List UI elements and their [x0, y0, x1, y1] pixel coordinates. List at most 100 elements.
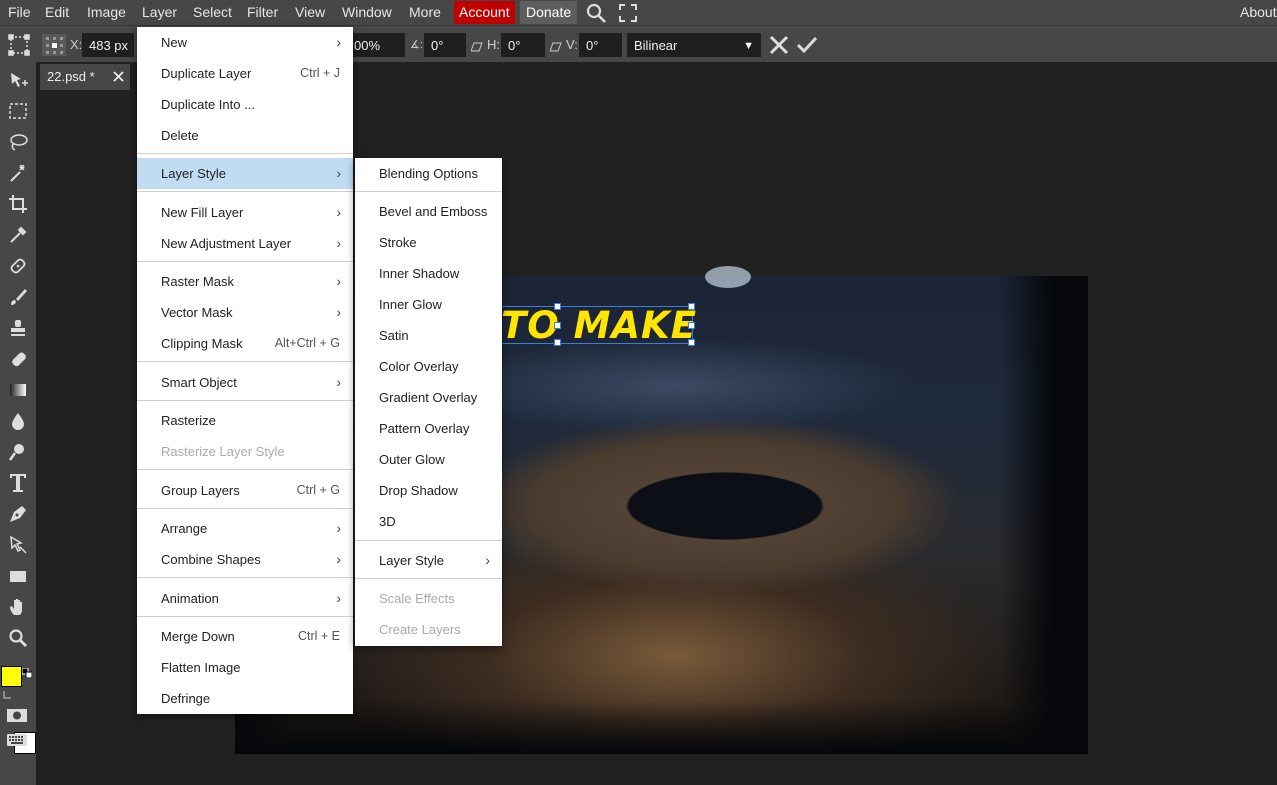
document-tab[interactable]: 22.psd *: [40, 64, 130, 90]
chevron-right-icon: ›: [336, 551, 341, 567]
reference-point-icon[interactable]: [42, 34, 66, 56]
skew-v-icon: [549, 40, 562, 52]
pen-tool-icon[interactable]: [4, 501, 32, 527]
menu-item-layer-style-sub[interactable]: Layer Style ›: [355, 545, 502, 576]
healing-brush-icon[interactable]: [4, 253, 32, 279]
menu-item-duplicate-into[interactable]: Duplicate Into ...: [137, 89, 353, 120]
menu-divider: [137, 191, 353, 192]
transform-handle[interactable]: [554, 322, 561, 329]
shape-tool-icon[interactable]: [4, 563, 32, 589]
menu-item-animation[interactable]: Animation ›: [137, 583, 353, 614]
transform-handle[interactable]: [688, 322, 695, 329]
text-layer-bounding-box[interactable]: TO MAKE: [470, 303, 696, 346]
close-tab-icon[interactable]: [112, 70, 125, 83]
lasso-tool-icon[interactable]: [4, 129, 32, 155]
menu-item-clipping-mask[interactable]: Clipping Mask Alt+Ctrl + G: [137, 328, 353, 359]
swap-colors-icon[interactable]: [21, 666, 33, 679]
menu-select[interactable]: Select: [193, 0, 232, 25]
menu-filter[interactable]: Filter: [247, 0, 278, 25]
search-icon[interactable]: [585, 2, 607, 24]
menu-item-inner-glow[interactable]: Inner Glow: [355, 289, 502, 320]
transform-handle[interactable]: [688, 303, 695, 310]
menu-item-flatten-image[interactable]: Flatten Image: [137, 652, 353, 683]
menu-divider: [137, 508, 353, 509]
marquee-tool-icon[interactable]: [4, 98, 32, 124]
crop-tool-icon[interactable]: [4, 191, 32, 217]
menu-item-delete[interactable]: Delete: [137, 120, 353, 151]
menu-item-outer-glow[interactable]: Outer Glow: [355, 444, 502, 475]
cancel-transform-icon[interactable]: [768, 34, 790, 56]
menu-item-raster-mask[interactable]: Raster Mask ›: [137, 266, 353, 297]
image-shadow-bottom: [235, 700, 1088, 754]
default-colors-icon[interactable]: [3, 688, 13, 699]
chevron-right-icon: ›: [485, 552, 490, 568]
menu-item-bevel-and-emboss[interactable]: Bevel and Emboss: [355, 196, 502, 227]
angle-field[interactable]: 0°: [424, 33, 466, 57]
x-position-field[interactable]: 483 px: [82, 33, 134, 57]
menu-image[interactable]: Image: [87, 0, 126, 25]
zoom-tool-icon[interactable]: [4, 625, 32, 651]
transform-handle[interactable]: [554, 303, 561, 310]
menu-item-merge-down[interactable]: Merge Down Ctrl + E: [137, 621, 353, 652]
hand-tool-icon[interactable]: [4, 594, 32, 620]
menu-item-smart-object[interactable]: Smart Object ›: [137, 367, 353, 398]
gradient-tool-icon[interactable]: [4, 377, 32, 403]
donate-button[interactable]: Donate: [520, 1, 578, 24]
scale-field[interactable]: 00%: [347, 33, 405, 57]
menu-item-new-fill-layer[interactable]: New Fill Layer ›: [137, 197, 353, 228]
menu-layer[interactable]: Layer: [142, 0, 177, 25]
menu-edit[interactable]: Edit: [45, 0, 69, 25]
tools-panel: [0, 61, 36, 785]
fullscreen-icon[interactable]: [618, 3, 638, 23]
keyboard-icon[interactable]: [7, 733, 27, 747]
menu-divider: [137, 469, 353, 470]
menu-item-gradient-overlay[interactable]: Gradient Overlay: [355, 382, 502, 413]
magic-wand-icon[interactable]: [4, 160, 32, 186]
brush-tool-icon[interactable]: [4, 284, 32, 310]
menu-item-layer-style[interactable]: Layer Style ›: [137, 158, 353, 189]
menu-item-duplicate-layer[interactable]: Duplicate Layer Ctrl + J: [137, 58, 353, 89]
interpolation-value: Bilinear: [634, 38, 678, 53]
eraser-icon[interactable]: [4, 346, 32, 372]
about-link[interactable]: About: [1240, 0, 1277, 25]
menu-item-defringe[interactable]: Defringe: [137, 683, 353, 714]
menu-window[interactable]: Window: [342, 0, 392, 25]
menu-item-satin[interactable]: Satin: [355, 320, 502, 351]
quick-mask-icon[interactable]: [7, 707, 27, 723]
menu-item-pattern-overlay[interactable]: Pattern Overlay: [355, 413, 502, 444]
dodge-tool-icon[interactable]: [4, 439, 32, 465]
chevron-right-icon: ›: [336, 374, 341, 390]
menu-item-combine-shapes[interactable]: Combine Shapes ›: [137, 544, 353, 575]
menu-item-vector-mask[interactable]: Vector Mask ›: [137, 297, 353, 328]
transform-handle[interactable]: [688, 339, 695, 346]
menu-file[interactable]: File: [8, 0, 31, 25]
move-tool-icon[interactable]: [4, 68, 32, 94]
skew-h-field[interactable]: 0°: [501, 33, 545, 57]
menu-item-group-layers[interactable]: Group Layers Ctrl + G: [137, 475, 353, 506]
menu-item-inner-shadow[interactable]: Inner Shadow: [355, 258, 502, 289]
transform-handle[interactable]: [554, 339, 561, 346]
menu-item-3d[interactable]: 3D: [355, 506, 502, 537]
menu-view[interactable]: View: [295, 0, 325, 25]
skew-v-field[interactable]: 0°: [579, 33, 622, 57]
menu-item-blending-options[interactable]: Blending Options: [355, 158, 502, 189]
menu-item-color-overlay[interactable]: Color Overlay: [355, 351, 502, 382]
menu-item-new-adjustment-layer[interactable]: New Adjustment Layer ›: [137, 228, 353, 259]
eyedropper-icon[interactable]: [4, 222, 32, 248]
account-button[interactable]: Account: [454, 1, 515, 24]
chevron-right-icon: ›: [336, 590, 341, 606]
blur-tool-icon[interactable]: [4, 408, 32, 434]
menu-item-new[interactable]: New ›: [137, 27, 353, 58]
foreground-color-swatch[interactable]: [1, 666, 22, 687]
clone-stamp-icon[interactable]: [4, 315, 32, 341]
menu-more[interactable]: More: [409, 0, 441, 25]
menu-item-arrange[interactable]: Arrange ›: [137, 513, 353, 544]
commit-transform-icon[interactable]: [796, 34, 818, 56]
menu-item-rasterize[interactable]: Rasterize: [137, 405, 353, 436]
type-tool-icon[interactable]: [4, 470, 32, 496]
menu-item-stroke[interactable]: Stroke: [355, 227, 502, 258]
menu-item-drop-shadow[interactable]: Drop Shadow: [355, 475, 502, 506]
path-select-icon[interactable]: [4, 532, 32, 558]
interpolation-select[interactable]: Bilinear ▼: [627, 33, 761, 57]
moon-glow: [705, 266, 751, 288]
